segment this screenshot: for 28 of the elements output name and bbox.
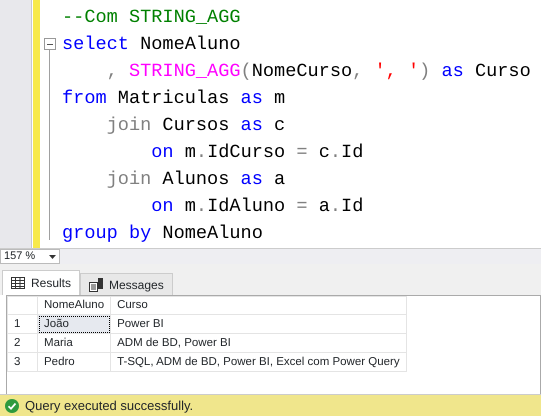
table-cell[interactable]: T-SQL, ADM de BD, Power BI, Excel com Power Query <box>110 352 406 372</box>
code-line: on m.IdAluno = a.Id <box>150 195 364 219</box>
table-cell[interactable]: Pedro <box>38 352 111 372</box>
caret-icon <box>49 254 56 258</box>
code-line: on m.IdCurso = c.Id <box>150 141 364 165</box>
results-tab[interactable]: Results <box>2 270 80 295</box>
row-number: 3 <box>8 352 38 372</box>
table-cell[interactable]: ADM de BD, Power BI <box>110 334 406 353</box>
results-tab[interactable]: Messages <box>80 273 173 295</box>
zoom-dropdown[interactable]: 157 % <box>0 249 60 264</box>
success-check-icon <box>5 398 19 412</box>
table-cell[interactable]: Power BI <box>110 314 406 334</box>
code-line: from Matriculas as m <box>62 87 286 111</box>
column-header[interactable]: Curso <box>110 296 406 315</box>
code-line: group by NomeAluno <box>62 222 264 246</box>
column-header[interactable]: NomeAluno <box>38 296 111 315</box>
code-line: , STRING_AGG(NomeCurso, ', ') as Curso <box>106 60 531 84</box>
row-number: 2 <box>8 334 38 353</box>
code-line: --Com STRING_AGG <box>62 6 242 30</box>
grid-icon <box>11 277 25 289</box>
table-cell[interactable]: Maria <box>38 334 111 353</box>
messages-icon <box>89 278 104 292</box>
table-cell[interactable]: João <box>38 314 111 334</box>
collapse-icon[interactable] <box>44 38 56 50</box>
status-message: Query executed successfully. <box>25 396 194 415</box>
code-line: join Cursos as c <box>106 114 286 138</box>
code-line: select NomeAluno <box>62 31 531 58</box>
code-line: join Alunos as a <box>106 168 286 192</box>
